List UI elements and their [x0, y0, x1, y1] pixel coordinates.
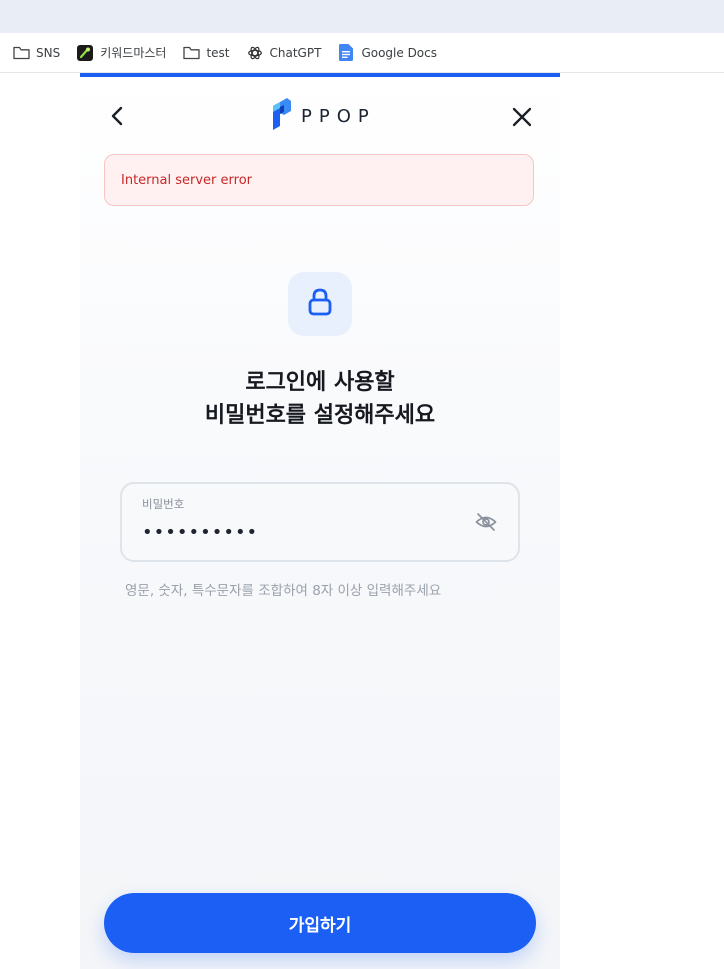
- close-icon: [509, 107, 535, 134]
- chatgpt-icon: [246, 44, 264, 62]
- bookmarks-bar: SNS 키워드마스터 test ChatGPT Google Docs: [0, 33, 724, 73]
- password-field[interactable]: 비밀번호 ••••••••••: [120, 482, 520, 562]
- progress-bar: [80, 73, 560, 77]
- logo-text: PPOP: [301, 105, 376, 127]
- error-alert: Internal server error: [104, 154, 534, 206]
- browser-tab-strip: [0, 0, 724, 33]
- close-button[interactable]: [509, 104, 535, 130]
- page-title: 로그인에 사용할 비밀번호를 설정해주세요: [80, 366, 560, 432]
- back-button[interactable]: [105, 101, 131, 131]
- signup-button[interactable]: 가입하기: [104, 893, 536, 953]
- bookmark-google-docs[interactable]: Google Docs: [337, 44, 437, 62]
- title-line-2: 비밀번호를 설정해주세요: [204, 403, 436, 428]
- bookmark-label: 키워드마스터: [100, 46, 167, 60]
- lock-icon: [304, 286, 336, 322]
- password-hint: 영문, 숫자, 특수문자를 조합하여 8자 이상 입력해주세요: [125, 583, 442, 599]
- ppop-logo-icon: [270, 98, 292, 134]
- signup-screen: PPOP Internal server error 로그인에 사용할 비밀번호…: [80, 73, 560, 969]
- eye-off-icon[interactable]: [474, 510, 498, 534]
- bookmark-keyword-master[interactable]: 키워드마스터: [76, 44, 166, 62]
- bookmark-test[interactable]: test: [182, 44, 230, 62]
- bookmark-sns[interactable]: SNS: [12, 44, 60, 62]
- bookmark-label: ChatGPT: [269, 45, 322, 60]
- bookmark-label: test: [206, 45, 230, 60]
- bookmark-label: Google Docs: [361, 45, 437, 60]
- folder-icon: [12, 44, 30, 62]
- ppop-logo: PPOP: [270, 98, 376, 134]
- error-message: Internal server error: [121, 172, 252, 188]
- bookmark-label: SNS: [36, 45, 61, 60]
- password-label: 비밀번호: [142, 497, 185, 511]
- keyword-master-icon: [76, 44, 94, 62]
- google-docs-icon: [337, 44, 355, 62]
- lock-badge: [288, 272, 352, 336]
- title-line-1: 로그인에 사용할: [245, 370, 395, 395]
- folder-icon: [182, 44, 200, 62]
- chevron-left-icon: [105, 106, 131, 135]
- password-input[interactable]: ••••••••••: [142, 522, 258, 543]
- bookmark-chatgpt[interactable]: ChatGPT: [246, 44, 322, 62]
